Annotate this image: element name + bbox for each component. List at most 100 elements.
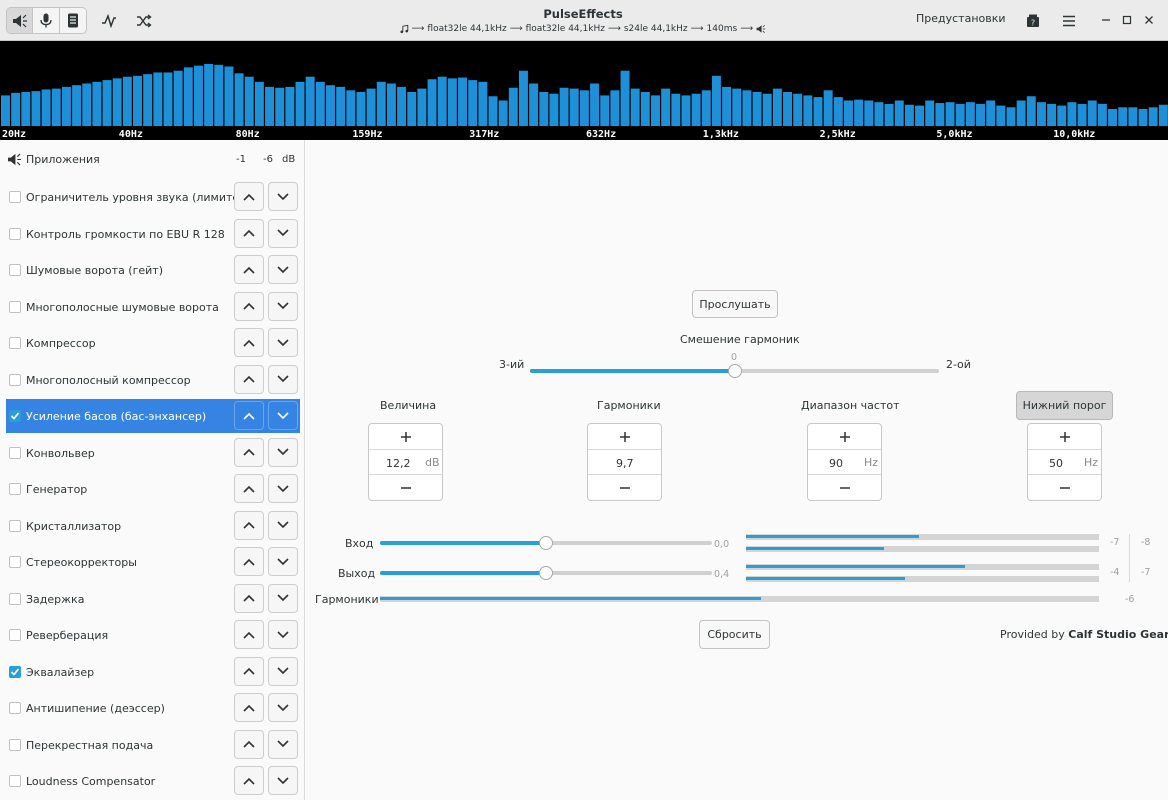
move-down-button[interactable] <box>268 182 298 211</box>
harmonics-value[interactable]: 9,7 <box>616 457 634 470</box>
plugin-enable-checkbox[interactable] <box>9 629 21 641</box>
plugin-enable-checkbox[interactable] <box>9 592 21 605</box>
plugin-row[interactable]: Ограничитель уровня звука (лимитер) <box>6 180 300 214</box>
plugin-enable-checkbox[interactable] <box>9 410 21 422</box>
plugin-row[interactable]: Многополосный компрессор <box>6 363 300 397</box>
plugin-row[interactable]: Реверберация <box>6 618 300 652</box>
input-gain-handle[interactable] <box>539 536 553 550</box>
plugin-enable-checkbox[interactable] <box>9 446 21 459</box>
plugin-row[interactable]: Кристаллизатор <box>6 509 300 543</box>
plugin-enable-checkbox[interactable] <box>9 519 21 532</box>
applications-mode-button[interactable] <box>60 8 86 33</box>
plugin-enable-checkbox[interactable] <box>9 373 21 386</box>
amount-value[interactable]: 12,2 <box>386 457 411 470</box>
move-up-button[interactable] <box>234 510 264 540</box>
scope-spinbutton[interactable]: 90 Hz <box>807 423 882 501</box>
scope-decrease-button[interactable] <box>808 474 881 500</box>
move-up-button[interactable] <box>234 547 264 576</box>
move-down-button[interactable] <box>268 766 298 795</box>
plugin-row[interactable]: Стереокорректоры <box>6 545 300 579</box>
move-up-button[interactable] <box>234 766 264 795</box>
move-up-button[interactable] <box>234 656 264 686</box>
menu-button[interactable] <box>1055 7 1082 34</box>
plugin-row[interactable]: Генератор <box>6 472 300 506</box>
move-up-button[interactable] <box>234 729 264 759</box>
presets-button[interactable]: Предустановки <box>916 12 1006 25</box>
move-up-button[interactable] <box>234 583 264 613</box>
move-up-button[interactable] <box>234 620 264 649</box>
plugin-row[interactable]: Многополосные шумовые ворота <box>6 290 300 324</box>
move-down-button[interactable] <box>268 291 298 321</box>
blend-slider-handle[interactable] <box>727 364 742 378</box>
move-up-button[interactable] <box>234 693 264 722</box>
plugin-enable-checkbox[interactable] <box>9 227 21 240</box>
harmonics-increase-button[interactable] <box>588 424 661 450</box>
shuffle-button[interactable] <box>130 7 157 34</box>
floor-value[interactable]: 50 <box>1049 457 1063 470</box>
maximize-button[interactable] <box>1118 11 1136 29</box>
move-up-button[interactable] <box>234 218 264 248</box>
plugin-enable-checkbox[interactable] <box>9 191 21 203</box>
plugin-row[interactable]: Компрессор <box>6 326 300 360</box>
scope-value[interactable]: 90 <box>829 457 843 470</box>
move-down-button[interactable] <box>268 474 298 503</box>
harmonics-decrease-button[interactable] <box>588 474 661 500</box>
calibration-button[interactable] <box>95 7 122 34</box>
plugin-row[interactable]: Перекрестная подача <box>6 728 300 762</box>
move-down-button[interactable] <box>268 218 298 248</box>
move-up-button[interactable] <box>234 364 264 394</box>
plugin-enable-checkbox[interactable] <box>9 337 21 349</box>
move-up-button[interactable] <box>234 401 264 430</box>
plugin-enable-checkbox[interactable] <box>9 665 21 678</box>
move-down-button[interactable] <box>268 437 298 467</box>
plugin-row[interactable]: Усиление басов (бас-энхансер) <box>6 399 300 433</box>
move-up-button[interactable] <box>234 255 264 284</box>
move-up-button[interactable] <box>234 291 264 321</box>
output-gain-handle[interactable] <box>539 566 553 580</box>
scope-increase-button[interactable] <box>808 424 881 450</box>
plugin-row[interactable]: Шумовые ворота (гейт) <box>6 253 300 287</box>
amount-increase-button[interactable] <box>369 424 442 450</box>
floor-increase-button[interactable] <box>1028 424 1101 450</box>
plugin-row[interactable]: Контроль громкости по EBU R 128 <box>6 217 300 251</box>
floor-spinbutton[interactable]: 50 Hz <box>1027 423 1102 501</box>
move-down-button[interactable] <box>268 693 298 722</box>
amount-spinbutton[interactable]: 12,2 dB <box>368 423 443 501</box>
move-up-button[interactable] <box>234 474 264 503</box>
move-down-button[interactable] <box>268 656 298 686</box>
plugin-enable-checkbox[interactable] <box>9 300 21 313</box>
floor-decrease-button[interactable] <box>1028 474 1101 500</box>
applications-row[interactable]: Приложения -1 -6 dB <box>0 140 305 180</box>
move-down-button[interactable] <box>268 255 298 284</box>
plugin-row[interactable]: Антишипение (деэссер) <box>6 691 300 725</box>
plugin-enable-checkbox[interactable] <box>9 738 21 751</box>
plugin-enable-checkbox[interactable] <box>9 775 21 787</box>
move-down-button[interactable] <box>268 547 298 576</box>
input-mode-button[interactable] <box>33 8 60 33</box>
plugin-enable-checkbox[interactable] <box>9 556 21 568</box>
close-button[interactable] <box>1140 11 1158 29</box>
move-down-button[interactable] <box>268 620 298 649</box>
listen-button[interactable]: Прослушать <box>692 290 778 318</box>
reset-button[interactable]: Сбросить <box>699 620 770 649</box>
minimize-button[interactable] <box>1097 11 1115 29</box>
plugin-row[interactable]: Эквалайзер <box>6 655 300 689</box>
move-down-button[interactable] <box>268 510 298 540</box>
move-down-button[interactable] <box>268 583 298 613</box>
move-down-button[interactable] <box>268 328 298 357</box>
move-up-button[interactable] <box>234 437 264 467</box>
output-mode-button[interactable] <box>7 8 34 33</box>
help-button[interactable]: ? <box>1019 7 1046 34</box>
move-up-button[interactable] <box>234 328 264 357</box>
move-down-button[interactable] <box>268 729 298 759</box>
harmonics-spinbutton[interactable]: 9,7 <box>587 423 662 501</box>
move-up-button[interactable] <box>234 182 264 211</box>
amount-decrease-button[interactable] <box>369 474 442 500</box>
plugin-enable-checkbox[interactable] <box>9 702 21 714</box>
plugin-row[interactable]: Loudness Compensator <box>6 764 300 798</box>
floor-active-toggle[interactable]: Нижний порог <box>1016 391 1113 420</box>
plugin-row[interactable]: Конвольвер <box>6 436 300 470</box>
plugin-enable-checkbox[interactable] <box>9 264 21 276</box>
plugin-row[interactable]: Задержка <box>6 582 300 616</box>
plugin-enable-checkbox[interactable] <box>9 483 21 495</box>
